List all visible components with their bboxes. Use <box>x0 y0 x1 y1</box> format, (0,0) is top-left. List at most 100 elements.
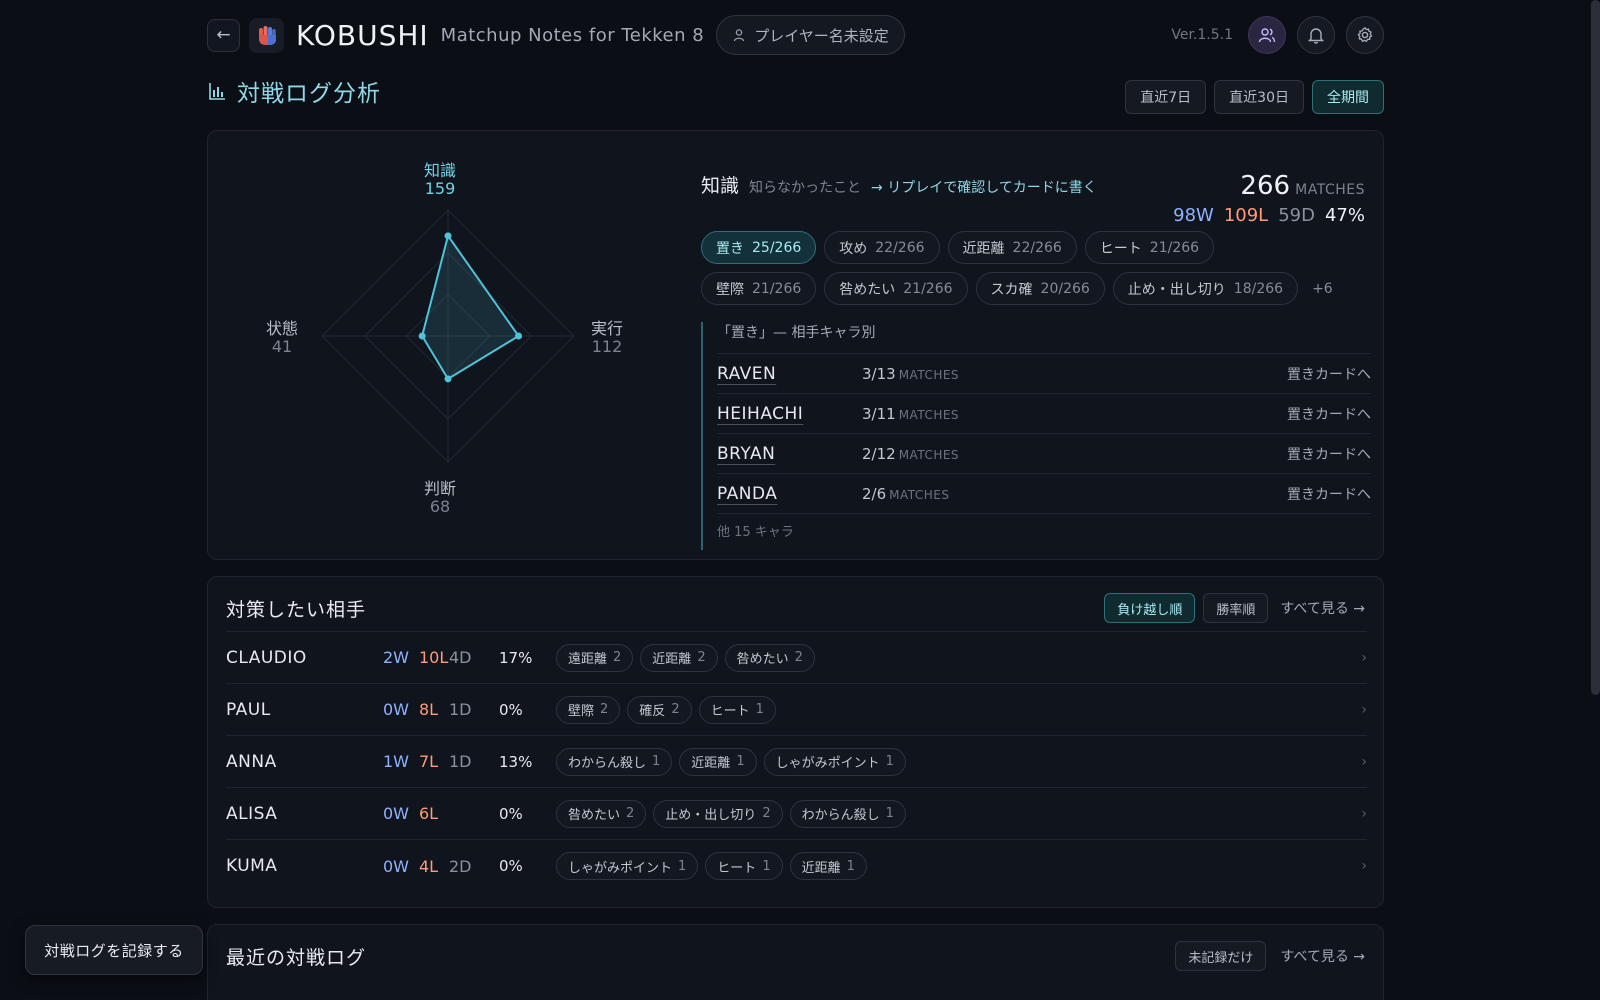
player-name-button[interactable]: プレイヤー名未設定 <box>716 15 905 55</box>
tag-count: 2 <box>613 650 622 665</box>
radar-label-state[interactable]: 状態 41 <box>242 320 322 356</box>
tag-chip-oki[interactable]: 置き 25/266 <box>701 231 817 264</box>
opponent-row[interactable]: KUMA 0W 4L 2D 0% しゃがみポイント 1 ヒート 1 近距離 1 › <box>226 840 1367 892</box>
total-wins: 98W <box>1173 205 1214 226</box>
chip-count: 22/266 <box>875 239 925 256</box>
opponent-tag[interactable]: ヒート 1 <box>705 852 783 880</box>
oki-card-link[interactable]: 置きカードへ <box>1287 444 1371 464</box>
opponent-draws: 2D <box>449 856 472 876</box>
more-tags-button[interactable]: +6 <box>1312 281 1333 297</box>
settings-button[interactable] <box>1346 16 1384 54</box>
opponent-tag[interactable]: 壁際 2 <box>556 695 621 724</box>
opponent-tag[interactable]: 止め・出し切り 2 <box>653 799 783 828</box>
opponent-tag[interactable]: しゃがみポイント 1 <box>763 747 906 776</box>
opponent-losses: 8L <box>419 700 439 719</box>
opponent-tag[interactable]: 咎めたい 2 <box>556 799 647 828</box>
breakdown-row: BRYAN 2/12 MATCHES 置きカードへ <box>717 434 1371 474</box>
replay-card-link[interactable]: → リプレイで確認してカードに書く <box>871 177 1097 197</box>
user-icon <box>734 29 745 42</box>
recent-logs-actions: 未記録だけ すべて見る → <box>1175 941 1365 971</box>
radar-point <box>515 332 523 340</box>
breakdown-character[interactable]: BRYAN <box>717 444 862 464</box>
radar-label-knowledge[interactable]: 知識 159 <box>400 162 480 198</box>
tag-count: 1 <box>736 754 745 769</box>
match-totals: 266 MATCHES 98W 109L 59D 47% <box>1173 171 1365 226</box>
app-subtitle: Matchup Notes for Tekken 8 <box>440 24 705 46</box>
tag-chip-stop-full[interactable]: 止め・出し切り 18/266 <box>1112 272 1299 305</box>
breakdown-character[interactable]: RAVEN <box>717 364 862 384</box>
opponent-wins: 1W <box>383 752 409 771</box>
opponent-row[interactable]: PAUL 0W 8L 1D 0% 壁際 2 確反 2 ヒート 1 › <box>226 684 1367 736</box>
tag-count: 1 <box>755 702 764 717</box>
sort-by-losses-button[interactable]: 負け越し順 <box>1104 593 1196 623</box>
tag-label: 壁際 <box>568 704 595 719</box>
tag-chip-close-range[interactable]: 近距離 22/266 <box>947 231 1077 264</box>
opponent-tag[interactable]: 近距離 1 <box>789 852 867 880</box>
range-tab-7d[interactable]: 直近7日 <box>1125 80 1207 114</box>
bell-icon <box>1307 28 1325 44</box>
oki-card-link[interactable]: 置きカードへ <box>1287 364 1371 384</box>
range-tab-30d[interactable]: 直近30日 <box>1214 80 1304 114</box>
breakdown-character[interactable]: HEIHACHI <box>717 404 862 424</box>
breakdown-character[interactable]: PANDA <box>717 484 862 504</box>
back-button[interactable]: ← <box>207 18 240 52</box>
header-actions: Ver.1.5.1 <box>1171 13 1384 57</box>
opponent-tag[interactable]: ヒート 1 <box>698 695 776 724</box>
radar-label-judgment[interactable]: 判断 68 <box>400 480 480 516</box>
tag-chip-wall[interactable]: 壁際 21/266 <box>701 272 817 305</box>
page-scrollbar[interactable] <box>1591 0 1600 695</box>
recent-logs-title: 最近の対戦ログ <box>226 947 367 969</box>
category-name: 知識 <box>701 175 740 197</box>
oki-card-link[interactable]: 置きカードへ <box>1287 404 1371 424</box>
users-button[interactable] <box>1248 16 1286 54</box>
opponent-tags: しゃがみポイント 1 ヒート 1 近距離 1 <box>556 852 867 880</box>
tag-chip-heat[interactable]: ヒート 21/266 <box>1084 231 1215 264</box>
tag-chip-punish-want[interactable]: 咎めたい 21/266 <box>824 272 968 305</box>
breakdown-more: 他 15 キャラ <box>717 525 794 540</box>
matches-unit: MATCHES <box>1295 182 1365 198</box>
opponent-tag[interactable]: 近距離 2 <box>640 643 718 672</box>
recent-see-all-link[interactable]: すべて見る → <box>1280 946 1365 966</box>
unrecorded-only-button[interactable]: 未記録だけ <box>1175 941 1267 971</box>
range-tab-all[interactable]: 全期間 <box>1312 80 1384 114</box>
opponent-row[interactable]: ALISA 0W 6L 0% 咎めたい 2 止め・出し切り 2 わからん殺し 1 › <box>226 788 1367 840</box>
tag-label: 近距離 <box>801 860 841 876</box>
chip-label: ヒート <box>1099 240 1142 257</box>
tag-chips-row-2: 壁際 21/266 咎めたい 21/266 スカ確 20/266 止め・出し切り 18/… <box>701 272 1371 305</box>
tag-label: わからん殺し <box>801 808 880 823</box>
opponent-name: ALISA <box>226 803 278 824</box>
opponent-row[interactable]: CLAUDIO 2W 10L 4D 17% 遠距離 2 近距離 2 咎めたい 2 › <box>226 632 1367 684</box>
chip-label: 近距離 <box>962 240 1005 257</box>
opponent-tag[interactable]: 咎めたい 2 <box>724 643 815 672</box>
arrow-left-icon: ← <box>216 25 231 45</box>
opponent-tag[interactable]: わからん殺し 1 <box>556 747 673 776</box>
opponent-row[interactable]: ANNA 1W 7L 1D 13% わからん殺し 1 近距離 1 しゃがみポイント 1 › <box>226 736 1367 788</box>
breakdown-count: 3/13 <box>862 364 896 383</box>
opponent-draws: 1D <box>449 700 472 719</box>
record-match-log-button[interactable]: 対戦ログを記録する <box>25 925 203 975</box>
category-description: 知らなかったこと <box>749 180 862 196</box>
opponent-tag[interactable]: 近距離 1 <box>679 747 757 776</box>
sort-by-winrate-button[interactable]: 勝率順 <box>1203 593 1269 623</box>
opponent-tags: わからん殺し 1 近距離 1 しゃがみポイント 1 <box>556 747 906 776</box>
notifications-button[interactable] <box>1297 16 1335 54</box>
radar-label-execution[interactable]: 実行 112 <box>567 320 647 356</box>
opponent-tag[interactable]: 遠距離 2 <box>556 643 634 672</box>
radar-axis-value: 68 <box>429 497 451 516</box>
opponent-tag[interactable]: 確反 2 <box>627 695 692 724</box>
tag-chip-seme[interactable]: 攻め 22/266 <box>824 231 940 264</box>
tag-count: 1 <box>652 754 661 769</box>
chevron-right-icon: › <box>1361 649 1367 666</box>
win-rate: 47% <box>1324 205 1365 226</box>
oki-card-link[interactable]: 置きカードへ <box>1287 484 1371 504</box>
total-losses: 109L <box>1223 205 1269 226</box>
chip-label: 置き <box>716 240 744 257</box>
opponent-tag[interactable]: わからん殺し 1 <box>789 799 906 828</box>
tag-chip-whiff-punish[interactable]: スカ確 20/266 <box>975 272 1105 305</box>
character-breakdown: 「置き」— 相手キャラ別 RAVEN 3/13 MATCHES 置きカードへ HE… <box>701 322 1371 550</box>
opponent-tag[interactable]: しゃがみポイント 1 <box>556 852 699 880</box>
tag-label: ヒート <box>717 860 757 876</box>
opponents-see-all-link[interactable]: すべて見る → <box>1280 598 1365 618</box>
opponent-losses: 10L <box>419 648 449 667</box>
tag-count: 1 <box>885 754 894 769</box>
